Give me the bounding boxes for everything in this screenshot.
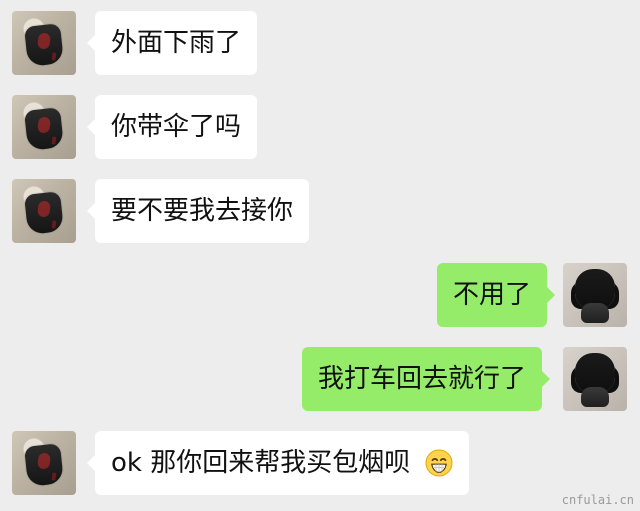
message-row: 要不要我去接你 xyxy=(0,179,640,243)
message-text: 我打车回去就行了 xyxy=(318,364,527,394)
message-bubble-outgoing[interactable]: 不用了 xyxy=(437,263,556,327)
user-avatar[interactable] xyxy=(563,263,627,327)
user-avatar[interactable] xyxy=(563,347,627,411)
message-bubble-outgoing[interactable]: 我打车回去就行了 xyxy=(302,347,551,411)
message-text: 不用了 xyxy=(453,280,532,310)
contact-avatar[interactable] xyxy=(12,179,76,243)
message-row: 我打车回去就行了 xyxy=(0,347,640,411)
contact-avatar[interactable] xyxy=(12,11,76,75)
message-bubble-incoming[interactable]: 你带伞了吗 xyxy=(86,95,258,159)
message-bubble-incoming[interactable]: 外面下雨了 xyxy=(86,11,258,75)
message-row: 外面下雨了 xyxy=(0,11,640,75)
message-text: ok 那你回来帮我买包烟呗 xyxy=(111,448,411,478)
message-text: 外面下雨了 xyxy=(111,28,242,58)
message-row: ok 那你回来帮我买包烟呗 xyxy=(0,431,640,495)
message-text: 你带伞了吗 xyxy=(111,112,242,142)
message-bubble-incoming[interactable]: ok 那你回来帮我买包烟呗 xyxy=(87,431,469,495)
message-text: 要不要我去接你 xyxy=(111,196,294,226)
message-bubble-incoming[interactable]: 要不要我去接你 xyxy=(86,179,310,243)
contact-avatar[interactable] xyxy=(12,95,76,159)
message-row: 你带伞了吗 xyxy=(0,95,640,159)
grinning-emoji-icon xyxy=(425,449,452,477)
message-row: 不用了 xyxy=(0,263,640,327)
watermark: cnfulai.cn xyxy=(561,493,634,507)
contact-avatar[interactable] xyxy=(12,431,76,495)
